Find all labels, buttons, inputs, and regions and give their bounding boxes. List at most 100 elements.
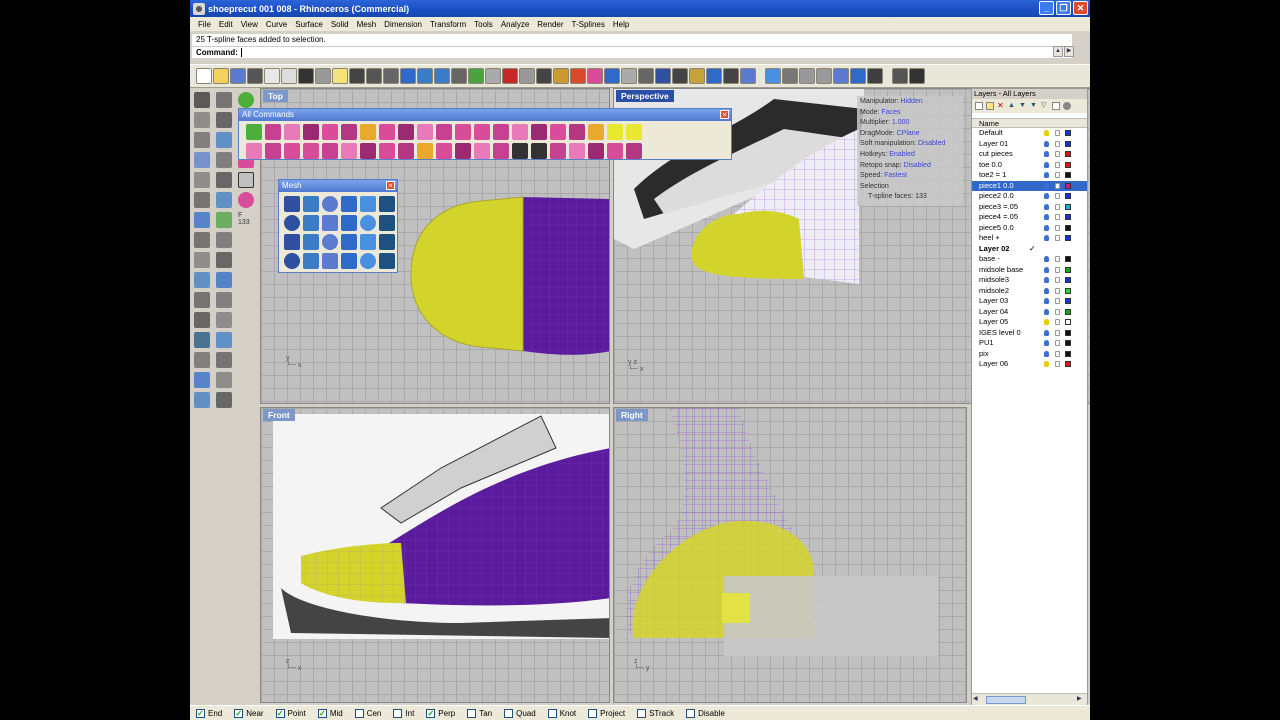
lightbulb-icon[interactable]	[1044, 235, 1049, 241]
tspline-gear-icon[interactable]	[238, 192, 254, 208]
circle-icon[interactable]	[216, 132, 232, 148]
new-sublayer-icon[interactable]	[986, 102, 994, 110]
mesh-icon[interactable]	[604, 68, 620, 84]
tspline-command-38-icon[interactable]	[550, 143, 566, 159]
layer-color-swatch[interactable]	[1065, 235, 1071, 241]
osnap-point[interactable]: ✓ Point	[275, 708, 306, 718]
tspline-command-2-icon[interactable]	[265, 124, 281, 140]
layer-color-swatch[interactable]	[1065, 266, 1071, 273]
tspline-command-22-icon[interactable]	[246, 143, 262, 159]
tspline-command-37-icon[interactable]	[531, 143, 547, 159]
lightbulb-icon[interactable]	[1044, 256, 1049, 262]
mesh-command-22-icon[interactable]	[341, 253, 357, 269]
mesh-command-14-icon[interactable]	[303, 234, 319, 250]
layer-name[interactable]: Layer 04	[979, 307, 1008, 318]
menu-curve[interactable]: Curve	[262, 20, 291, 29]
help-icon[interactable]	[706, 68, 722, 84]
menu-solid[interactable]: Solid	[327, 20, 353, 29]
filter-icon[interactable]: ▽	[1041, 102, 1049, 110]
viewport-label-right[interactable]: Right	[616, 409, 648, 421]
layer-row[interactable]: Layer 03	[972, 296, 1087, 307]
mesh-command-12-icon[interactable]	[379, 215, 395, 231]
mesh-command-8-icon[interactable]	[303, 215, 319, 231]
layer-color-swatch[interactable]	[1065, 256, 1071, 262]
views-icon[interactable]	[765, 68, 781, 84]
menu-file[interactable]: File	[194, 20, 215, 29]
lock-icon[interactable]	[1055, 319, 1060, 325]
move-icon[interactable]	[383, 68, 399, 84]
lasso-icon[interactable]	[519, 68, 535, 84]
mesh-command-2-icon[interactable]	[303, 196, 319, 212]
tspline-box-icon[interactable]	[238, 172, 254, 188]
redo-icon[interactable]	[349, 68, 365, 84]
explode-icon[interactable]	[216, 392, 232, 408]
osnap-near[interactable]: ✓ Near	[234, 708, 264, 718]
menu-edit[interactable]: Edit	[215, 20, 237, 29]
layer-name[interactable]: piece4 =.05	[979, 212, 1018, 223]
lock-icon[interactable]	[1055, 287, 1060, 294]
material-icon[interactable]	[689, 68, 705, 84]
scale-icon[interactable]	[194, 372, 210, 388]
layer-color-swatch[interactable]	[1065, 140, 1071, 147]
tspline-command-33-icon[interactable]	[455, 143, 471, 159]
layer-name[interactable]: pix	[979, 349, 989, 360]
tspline-command-42-icon[interactable]	[626, 143, 642, 159]
paste-icon[interactable]	[298, 68, 314, 84]
nurbs-icon[interactable]	[782, 68, 798, 84]
lightbulb-icon[interactable]	[1044, 203, 1049, 210]
osnap-checkbox[interactable]	[504, 708, 514, 718]
osnap-checkbox[interactable]	[547, 708, 557, 718]
layer-color-swatch[interactable]	[1065, 329, 1071, 336]
menu-mesh[interactable]: Mesh	[353, 20, 381, 29]
tspline-command-31-icon[interactable]	[417, 143, 433, 159]
lock-icon[interactable]	[1055, 350, 1060, 357]
lock-icon[interactable]	[1055, 277, 1060, 283]
viewport-label-front[interactable]: Front	[263, 409, 295, 421]
polyline-icon[interactable]	[194, 112, 210, 128]
tspline-command-20-icon[interactable]	[607, 124, 623, 140]
mesh-command-18-icon[interactable]	[379, 234, 395, 250]
tspline-command-26-icon[interactable]	[322, 143, 338, 159]
split-icon[interactable]	[216, 292, 232, 308]
lightbulb-icon[interactable]	[1044, 193, 1049, 199]
tspline-command-32-icon[interactable]	[436, 143, 452, 159]
text-icon[interactable]	[194, 332, 210, 348]
point-icon[interactable]	[216, 92, 232, 108]
lightbulb-icon[interactable]	[1044, 308, 1049, 315]
layer-name[interactable]: Layer 06	[979, 359, 1008, 370]
tspline-command-12-icon[interactable]	[455, 124, 471, 140]
lock-icon[interactable]	[1055, 203, 1060, 210]
chevron-up-icon[interactable]: ▲	[1053, 46, 1063, 57]
tspline-command-1-icon[interactable]	[246, 124, 262, 140]
tspline-command-28-icon[interactable]	[360, 143, 376, 159]
title-bar[interactable]: shoeprecut 001 008 - Rhinoceros (Commerc…	[190, 0, 1090, 17]
mirror-icon[interactable]	[216, 372, 232, 388]
render-icon[interactable]	[502, 68, 518, 84]
dimension-icon[interactable]	[216, 332, 232, 348]
boolean-icon[interactable]	[194, 292, 210, 308]
layer-row[interactable]: Layer 05	[972, 317, 1087, 328]
rectangle-icon[interactable]	[194, 172, 210, 188]
mesh-command-17-icon[interactable]	[360, 234, 376, 250]
lock-icon[interactable]	[1055, 161, 1060, 168]
lock-icon[interactable]	[553, 68, 569, 84]
mesh-command-13-icon[interactable]	[284, 234, 300, 250]
layer-color-swatch[interactable]	[1065, 172, 1071, 178]
open-folder-icon[interactable]	[213, 68, 229, 84]
layer-color-swatch[interactable]	[1065, 287, 1071, 294]
tspline-command-35-icon[interactable]	[493, 143, 509, 159]
zoom-all-icon[interactable]	[468, 68, 484, 84]
layer-row[interactable]: Layer 01	[972, 139, 1087, 150]
layer-name[interactable]: Layer 05	[979, 317, 1008, 328]
lock-icon[interactable]	[1055, 298, 1060, 304]
layer-color-swatch[interactable]	[1065, 193, 1071, 199]
layer-row[interactable]: pix	[972, 349, 1087, 360]
layer-row[interactable]: piece5 0.0	[972, 223, 1087, 234]
chevron-right-icon[interactable]: ▶	[1064, 46, 1074, 57]
layer-row[interactable]: Layer 02 ✓	[972, 244, 1087, 255]
mesh-command-21-icon[interactable]	[322, 253, 338, 269]
revolve-icon[interactable]	[194, 232, 210, 248]
tspline-command-7-icon[interactable]	[360, 124, 376, 140]
layer-row[interactable]: midsole base	[972, 265, 1087, 276]
layer-row[interactable]: Layer 06	[972, 359, 1087, 370]
